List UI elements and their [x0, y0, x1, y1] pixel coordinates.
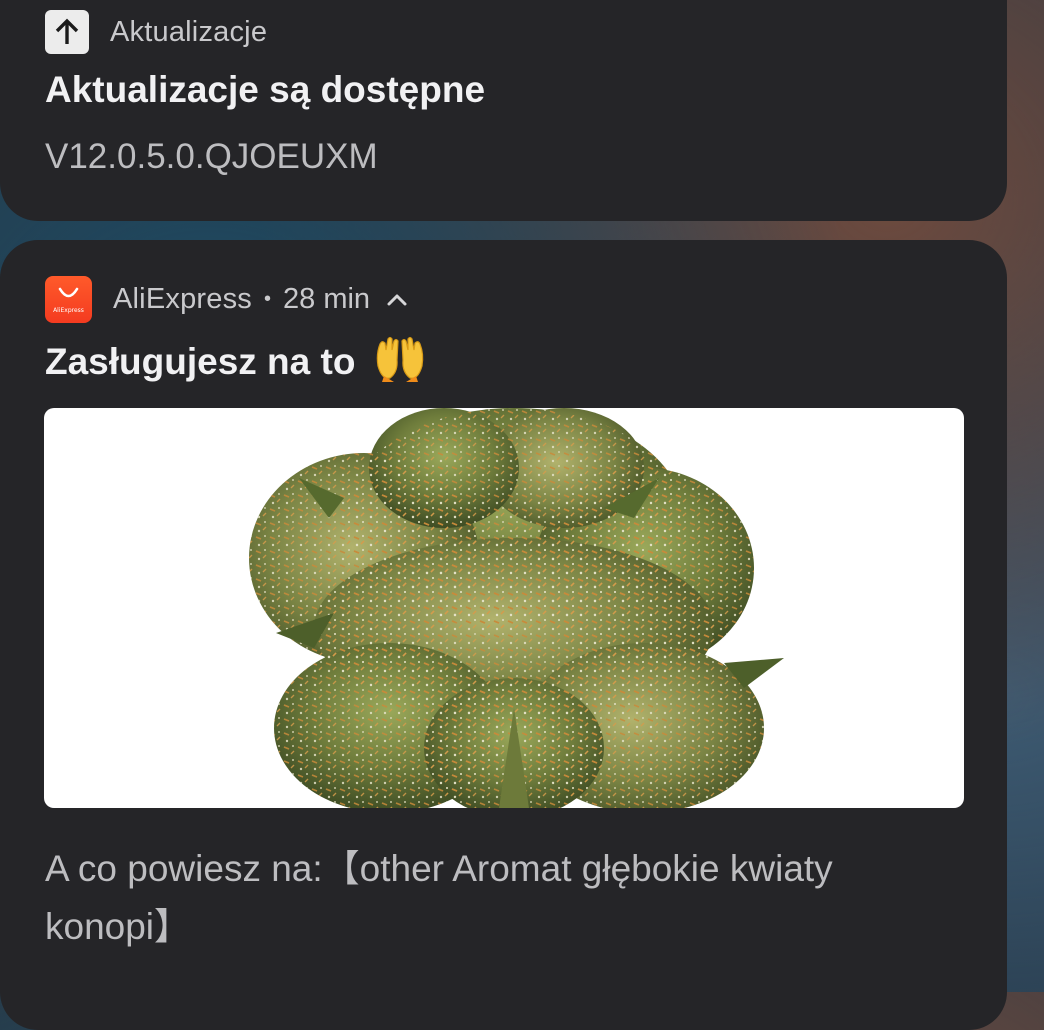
- aliexpress-logo-text: AliExpress: [53, 307, 84, 314]
- product-image[interactable]: [44, 408, 964, 808]
- aliexpress-logo-icon: AliExpress: [45, 276, 92, 323]
- update-app-header: Aktualizacje: [45, 10, 267, 54]
- collapse-chevron-icon[interactable]: [384, 287, 410, 313]
- aliexpress-title-row: Zasługujesz na to: [45, 336, 426, 383]
- upload-arrow-icon: [45, 10, 89, 54]
- aliexpress-app-header: AliExpress AliExpress • 28 min: [45, 276, 410, 323]
- raising-hands-icon: [376, 336, 423, 382]
- notification-time: 28 min: [283, 283, 371, 315]
- aliexpress-body-text: A co powiesz na:【other Aromat głębokie k…: [45, 848, 833, 947]
- update-notification-card[interactable]: Aktualizacje Aktualizacje są dostępne V1…: [0, 0, 1007, 221]
- aliexpress-title: Zasługujesz na to: [45, 341, 356, 382]
- update-app-name: Aktualizacje: [110, 15, 268, 48]
- cannabis-bud-photo: [249, 408, 784, 808]
- update-title: Aktualizacje są dostępne: [45, 69, 486, 110]
- aliexpress-app-name: AliExpress: [113, 283, 252, 315]
- separator-dot: •: [264, 288, 272, 310]
- aliexpress-notification-card[interactable]: AliExpress AliExpress • 28 min Zasługuje…: [0, 240, 1007, 1030]
- update-version-text: V12.0.5.0.QJOEUXM: [45, 137, 378, 176]
